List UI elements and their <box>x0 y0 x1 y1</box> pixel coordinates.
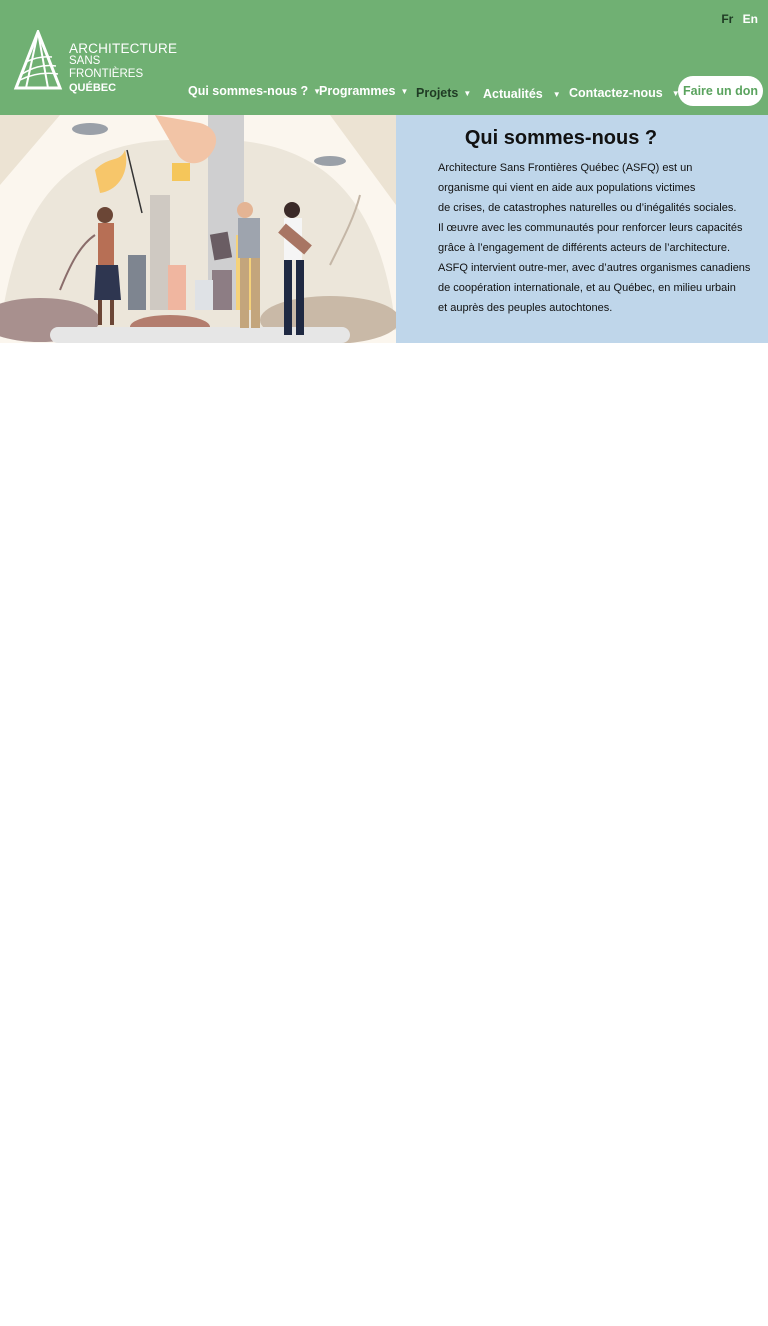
nav-programmes[interactable]: Programmes ▼ <box>319 84 408 98</box>
nav-label: Projets <box>416 86 459 100</box>
caret-down-icon: ▼ <box>463 89 472 98</box>
illustration-graphic <box>0 115 396 343</box>
donate-button[interactable]: Faire un don <box>678 76 763 106</box>
caret-down-icon: ▼ <box>400 87 409 96</box>
nav-label: Qui sommes-nous ? <box>188 84 309 98</box>
language-switcher: Fr En <box>715 12 758 26</box>
about-description: Architecture Sans Frontières Québec (ASF… <box>438 158 750 318</box>
about-panel: Qui sommes-nous ? Architecture Sans Fron… <box>396 115 768 343</box>
about-line: Architecture Sans Frontières Québec (ASF… <box>438 162 693 174</box>
about-line: et auprès des peuples autochtones. <box>438 302 613 314</box>
about-line: grâce à l’engagement de différents acteu… <box>438 242 731 254</box>
caret-down-icon: ▼ <box>552 90 561 99</box>
community-illustration <box>0 115 396 343</box>
logo-line-1: ARCHITECTURE <box>69 41 178 56</box>
lang-en-link[interactable]: En <box>743 12 758 26</box>
logo-line-2: SANS FRONTIÈRES <box>69 55 144 80</box>
nav-contactez-nous[interactable]: Contactez-nous ▼ <box>569 86 680 100</box>
about-line: ASFQ intervient outre-mer, avec d’autres… <box>438 262 751 274</box>
nav-label: Actualités <box>483 87 543 101</box>
asfq-logo[interactable]: ARCHITECTURE SANS FRONTIÈRES QUÉBEC <box>12 30 177 94</box>
logo-a-mark-icon <box>13 30 63 90</box>
nav-actualites[interactable]: Actualités ▼ <box>483 87 561 101</box>
about-line: Il œuvre avec les communautés pour renfo… <box>438 222 743 234</box>
nav-qui-sommes-nous[interactable]: Qui sommes-nous ? ▼ <box>188 84 321 98</box>
hero-section: Qui sommes-nous ? Architecture Sans Fron… <box>0 115 768 343</box>
site-header: Fr En ARCHITECTURE SANS FRONTIÈRES QUÉBE… <box>0 0 768 115</box>
lang-fr-link[interactable]: Fr <box>721 12 733 26</box>
about-line: de crises, de catastrophes naturelles ou… <box>438 202 737 214</box>
nav-label: Programmes <box>319 84 396 98</box>
about-line: de coopération internationale, et au Qué… <box>438 282 736 294</box>
about-line: organisme qui vient en aide aux populati… <box>438 182 696 194</box>
nav-label: Contactez-nous <box>569 86 663 100</box>
logo-line-3: QUÉBEC <box>69 82 117 94</box>
about-heading: Qui sommes-nous ? <box>464 127 658 149</box>
nav-projets[interactable]: Projets ▼ <box>416 86 471 100</box>
